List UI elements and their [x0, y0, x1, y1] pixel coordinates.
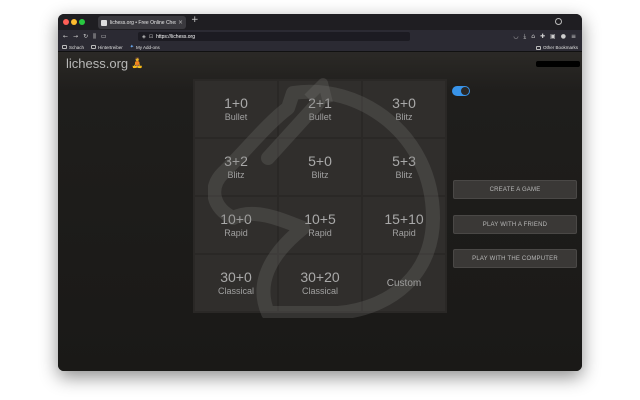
pool-3-0[interactable]: 3+0 Blitz	[363, 81, 445, 137]
pool-3-2[interactable]: 3+2 Blitz	[195, 139, 277, 195]
pool-type: Bullet	[224, 112, 248, 122]
bookmark-my-add-ons[interactable]: ✦ My Add-ons	[130, 44, 160, 50]
pool-time: 3+2	[224, 153, 248, 169]
screenshot-icon[interactable]: ▣	[550, 33, 556, 41]
pool-time: 15+10	[384, 211, 424, 227]
pool-2-1[interactable]: 2+1 Bullet	[279, 81, 361, 137]
pool-time: 30+0	[220, 269, 252, 285]
pool-type: Bullet	[308, 112, 332, 122]
pool-time: 5+0	[308, 153, 332, 169]
extension-icon[interactable]: ✚	[540, 33, 545, 41]
pool-30-0[interactable]: 30+0 Classical	[195, 255, 277, 311]
other-bookmarks[interactable]: Other Bookmarks	[535, 45, 578, 50]
address-bar[interactable]: ◈ ⊡ https://lichess.org	[138, 32, 410, 41]
logo-text[interactable]: lichess.org	[66, 56, 128, 71]
toggle-knob	[461, 87, 469, 95]
zen-mode-toggle[interactable]	[452, 86, 470, 96]
bookmark-folder-hintertreiber[interactable]: Hintertreiber	[91, 45, 123, 50]
pool-type: Rapid	[308, 228, 332, 238]
pool-time: 5+3	[392, 153, 416, 169]
browser-tab[interactable]: lichess.org • Free Online Chess ×	[98, 16, 186, 29]
bookmarks-bar: Schach Hintertreiber ✦ My Add-ons Other …	[58, 43, 582, 52]
folder-icon	[535, 45, 541, 50]
pool-type: Blitz	[227, 170, 245, 180]
lock-icon[interactable]: ⊡	[149, 34, 153, 40]
bookmark-label: Hintertreiber	[98, 44, 123, 50]
tab-title: lichess.org • Free Online Chess	[110, 19, 176, 26]
download-icon[interactable]: ⤓	[524, 33, 527, 41]
custom-label: Custom	[386, 277, 422, 289]
play-with-computer-button[interactable]: PLAY WITH THE COMPUTER	[453, 249, 577, 268]
create-game-button[interactable]: CREATE A GAME	[453, 180, 577, 199]
pool-type: Rapid	[224, 228, 248, 238]
browser-window: lichess.org • Free Online Chess × + ← → …	[58, 14, 582, 371]
pool-15-10[interactable]: 15+10 Rapid	[363, 197, 445, 253]
meditating-figure-icon: 🧘	[131, 58, 144, 69]
toolbar-icons: ◡ ⤓ ⌂ ✚ ▣ ● ≡	[513, 33, 576, 41]
pool-10-0[interactable]: 10+0 Rapid	[195, 197, 277, 253]
folder-icon	[62, 45, 67, 49]
pool-time: 1+0	[224, 95, 248, 111]
pool-type: Classical	[301, 286, 338, 296]
navigation-bar: ← → ↻ ⫼ ▭ ◈ ⊡ https://lichess.org ◡ ⤓ ⌂ …	[58, 30, 582, 43]
close-window-button[interactable]	[63, 19, 69, 25]
minimize-window-button[interactable]	[71, 19, 77, 25]
pool-5-3[interactable]: 5+3 Blitz	[363, 139, 445, 195]
pool-type: Blitz	[395, 170, 413, 180]
pool-10-5[interactable]: 10+5 Rapid	[279, 197, 361, 253]
folder-icon	[91, 45, 97, 49]
reload-icon[interactable]: ↻	[83, 33, 88, 40]
pool-time: 10+5	[304, 211, 336, 227]
user-menu[interactable]	[536, 61, 580, 67]
quick-pairing-grid: 1+0 Bullet 2+1 Bullet 3+0 Blitz 3+2 Blit…	[193, 79, 447, 313]
shield-icon[interactable]: ◈	[142, 34, 146, 40]
pool-5-0[interactable]: 5+0 Blitz	[279, 139, 361, 195]
pocket-icon[interactable]: ◡	[513, 33, 518, 41]
sidebar-icon[interactable]: ▭	[101, 33, 107, 40]
site-logo[interactable]: lichess.org 🧘	[66, 56, 144, 71]
pool-time: 2+1	[308, 95, 332, 111]
library-icon[interactable]: ⫼	[93, 33, 96, 41]
tab-bar: lichess.org • Free Online Chess × +	[58, 14, 582, 30]
bookmark-folder-schach[interactable]: Schach	[62, 45, 84, 50]
tab-close-icon[interactable]: ×	[178, 19, 183, 26]
lichess-page: lichess.org 🧘 1+0 Bullet 2+1 Bullet 3+0 …	[58, 52, 582, 371]
addon-icon[interactable]: ●	[561, 33, 566, 41]
lichess-favicon-icon	[101, 19, 107, 26]
pool-custom[interactable]: Custom	[363, 255, 445, 311]
puzzle-icon: ✦	[129, 44, 134, 50]
back-arrow-icon[interactable]: ←	[63, 33, 68, 40]
bookmark-label: Schach	[69, 44, 85, 50]
pool-30-20[interactable]: 30+20 Classical	[279, 255, 361, 311]
account-icon[interactable]	[555, 18, 562, 25]
other-bookmarks-label: Other Bookmarks	[542, 45, 578, 50]
bookmark-label: My Add-ons	[135, 44, 160, 50]
pool-type: Blitz	[395, 112, 413, 122]
pool-type: Classical	[217, 286, 254, 296]
menu-icon[interactable]: ≡	[571, 33, 576, 41]
pool-type: Rapid	[392, 228, 416, 238]
play-with-friend-button[interactable]: PLAY WITH A FRIEND	[453, 215, 577, 234]
maximize-window-button[interactable]	[79, 19, 85, 25]
pool-type: Blitz	[311, 170, 329, 180]
pool-time: 30+20	[300, 269, 340, 285]
new-tab-button[interactable]: +	[191, 15, 199, 25]
pool-time: 10+0	[220, 211, 252, 227]
url-text[interactable]: https://lichess.org	[156, 34, 195, 40]
forward-arrow-icon[interactable]: →	[73, 33, 78, 40]
pool-time: 3+0	[392, 95, 416, 111]
pool-1-0[interactable]: 1+0 Bullet	[195, 81, 277, 137]
home-icon[interactable]: ⌂	[531, 33, 535, 41]
